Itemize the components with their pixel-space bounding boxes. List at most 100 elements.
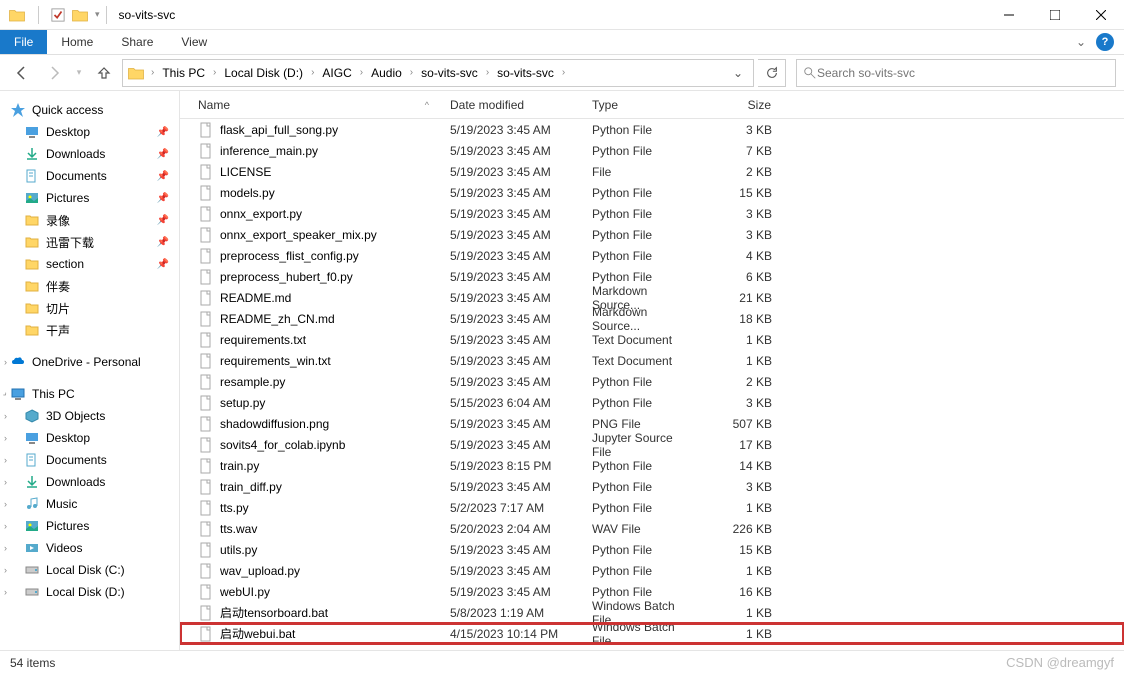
refresh-button[interactable]: [758, 59, 786, 87]
expand-icon[interactable]: ›: [4, 411, 7, 421]
file-date-cell: 4/15/2023 10:14 PM: [440, 627, 582, 641]
file-row[interactable]: train_diff.py5/19/2023 3:45 AMPython Fil…: [180, 476, 1124, 497]
chevron-right-icon[interactable]: ›: [486, 67, 489, 78]
sidebar-item[interactable]: Desktop📌: [0, 121, 179, 143]
crumb-aigc[interactable]: AIGC: [316, 60, 357, 86]
chevron-down-icon[interactable]: ⌄: [1076, 35, 1086, 49]
sidebar-item-label: Downloads: [46, 475, 105, 489]
crumb-sovits1[interactable]: so-vits-svc: [415, 60, 484, 86]
sidebar-item[interactable]: ›Pictures: [0, 515, 179, 537]
navigation-pane[interactable]: Quick access Desktop📌Downloads📌Documents…: [0, 91, 180, 650]
file-row[interactable]: 启动webui.bat4/15/2023 10:14 PMWindows Bat…: [180, 623, 1124, 644]
file-row[interactable]: onnx_export.py5/19/2023 3:45 AMPython Fi…: [180, 203, 1124, 224]
search-input[interactable]: [817, 66, 1109, 80]
recent-dropdown[interactable]: ▾: [72, 59, 86, 87]
chevron-right-icon[interactable]: ›: [213, 67, 216, 78]
file-row[interactable]: README_zh_CN.md5/19/2023 3:45 AMMarkdown…: [180, 308, 1124, 329]
chevron-right-icon[interactable]: ›: [360, 67, 363, 78]
up-button[interactable]: [90, 59, 118, 87]
file-row[interactable]: utils.py5/19/2023 3:45 AMPython File15 K…: [180, 539, 1124, 560]
crumb-sovits2[interactable]: so-vits-svc: [491, 60, 560, 86]
expand-icon[interactable]: ›: [4, 357, 7, 367]
chevron-right-icon[interactable]: ›: [311, 67, 314, 78]
file-name-cell: requirements_win.txt: [188, 353, 440, 369]
quick-access-header[interactable]: Quick access: [0, 99, 179, 121]
file-row[interactable]: inference_main.py5/19/2023 3:45 AMPython…: [180, 140, 1124, 161]
file-row[interactable]: LICENSE5/19/2023 3:45 AMFile2 KB: [180, 161, 1124, 182]
column-type[interactable]: Type: [582, 91, 702, 118]
sidebar-item[interactable]: 迅雷下载📌: [0, 231, 179, 253]
maximize-button[interactable]: [1032, 0, 1078, 30]
file-row[interactable]: onnx_export_speaker_mix.py5/19/2023 3:45…: [180, 224, 1124, 245]
qat-dropdown-icon[interactable]: ▾: [95, 9, 100, 20]
sidebar-item[interactable]: ›Documents: [0, 449, 179, 471]
column-name[interactable]: Name^: [188, 91, 440, 118]
expand-icon[interactable]: ›: [4, 433, 7, 443]
file-row[interactable]: setup.py5/15/2023 6:04 AMPython File3 KB: [180, 392, 1124, 413]
expand-icon[interactable]: ›: [4, 455, 7, 465]
help-icon[interactable]: ?: [1096, 33, 1114, 51]
properties-icon[interactable]: [51, 8, 65, 22]
sidebar-item[interactable]: 切片: [0, 297, 179, 319]
chevron-right-icon[interactable]: ›: [562, 67, 565, 78]
forward-button[interactable]: [40, 59, 68, 87]
crumb-disk[interactable]: Local Disk (D:): [218, 60, 309, 86]
file-list[interactable]: flask_api_full_song.py5/19/2023 3:45 AMP…: [180, 119, 1124, 650]
minimize-button[interactable]: [986, 0, 1032, 30]
view-tab[interactable]: View: [167, 30, 221, 54]
file-row[interactable]: wav_upload.py5/19/2023 3:45 AMPython Fil…: [180, 560, 1124, 581]
sidebar-item[interactable]: ›Videos: [0, 537, 179, 559]
sidebar-item[interactable]: 录像📌: [0, 209, 179, 231]
history-dropdown-icon[interactable]: ⌄: [727, 66, 749, 80]
sidebar-item[interactable]: Documents📌: [0, 165, 179, 187]
file-row[interactable]: tts.wav5/20/2023 2:04 AMWAV File226 KB: [180, 518, 1124, 539]
chevron-right-icon[interactable]: ›: [151, 67, 154, 78]
column-size[interactable]: Size: [702, 91, 782, 118]
expand-icon[interactable]: ›: [4, 499, 7, 509]
chevron-right-icon[interactable]: ›: [410, 67, 413, 78]
back-button[interactable]: [8, 59, 36, 87]
sidebar-item[interactable]: section📌: [0, 253, 179, 275]
sidebar-item[interactable]: Pictures📌: [0, 187, 179, 209]
folder-icon[interactable]: [71, 6, 89, 24]
file-name: tts.wav: [220, 522, 257, 536]
file-row[interactable]: train.py5/19/2023 8:15 PMPython File14 K…: [180, 455, 1124, 476]
breadcrumb[interactable]: › This PC › Local Disk (D:) › AIGC › Aud…: [122, 59, 754, 87]
sidebar-item[interactable]: ›3D Objects: [0, 405, 179, 427]
sidebar-item[interactable]: 干声: [0, 319, 179, 341]
expand-icon[interactable]: ›: [4, 587, 7, 597]
expand-icon[interactable]: ›: [4, 565, 7, 575]
sidebar-item[interactable]: › Downloads: [0, 471, 179, 493]
sidebar-item[interactable]: ›Local Disk (C:): [0, 559, 179, 581]
this-pc-header[interactable]: › This PC: [0, 383, 179, 405]
file-row[interactable]: resample.py5/19/2023 3:45 AMPython File2…: [180, 371, 1124, 392]
home-tab[interactable]: Home: [47, 30, 107, 54]
file-row[interactable]: flask_api_full_song.py5/19/2023 3:45 AMP…: [180, 119, 1124, 140]
close-button[interactable]: [1078, 0, 1124, 30]
file-row[interactable]: preprocess_flist_config.py5/19/2023 3:45…: [180, 245, 1124, 266]
sidebar-item[interactable]: ›Music: [0, 493, 179, 515]
ribbon-expand: ⌄ ?: [1066, 30, 1124, 54]
sidebar-item[interactable]: ›Local Disk (D:): [0, 581, 179, 603]
expand-icon[interactable]: ›: [4, 521, 7, 531]
expand-icon[interactable]: ›: [4, 477, 7, 487]
onedrive-item[interactable]: › OneDrive - Personal: [0, 351, 179, 373]
crumb-audio[interactable]: Audio: [365, 60, 408, 86]
file-row[interactable]: sovits4_for_colab.ipynb5/19/2023 3:45 AM…: [180, 434, 1124, 455]
search-box[interactable]: [796, 59, 1116, 87]
sidebar-item[interactable]: 伴奏: [0, 275, 179, 297]
share-tab[interactable]: Share: [107, 30, 167, 54]
file-row[interactable]: tts.py5/2/2023 7:17 AMPython File1 KB: [180, 497, 1124, 518]
sidebar-item[interactable]: ›Desktop: [0, 427, 179, 449]
file-name: wav_upload.py: [220, 564, 300, 578]
column-date[interactable]: Date modified: [440, 91, 582, 118]
file-row[interactable]: requirements_win.txt5/19/2023 3:45 AMTex…: [180, 350, 1124, 371]
sidebar-item[interactable]: Downloads📌: [0, 143, 179, 165]
expand-icon[interactable]: ›: [4, 543, 7, 553]
file-row[interactable]: models.py5/19/2023 3:45 AMPython File15 …: [180, 182, 1124, 203]
file-tab[interactable]: File: [0, 30, 47, 54]
file-row[interactable]: requirements.txt5/19/2023 3:45 AMText Do…: [180, 329, 1124, 350]
expand-icon[interactable]: ›: [1, 389, 10, 398]
crumb-this-pc[interactable]: This PC: [156, 60, 211, 86]
desktop-icon: [24, 124, 40, 140]
